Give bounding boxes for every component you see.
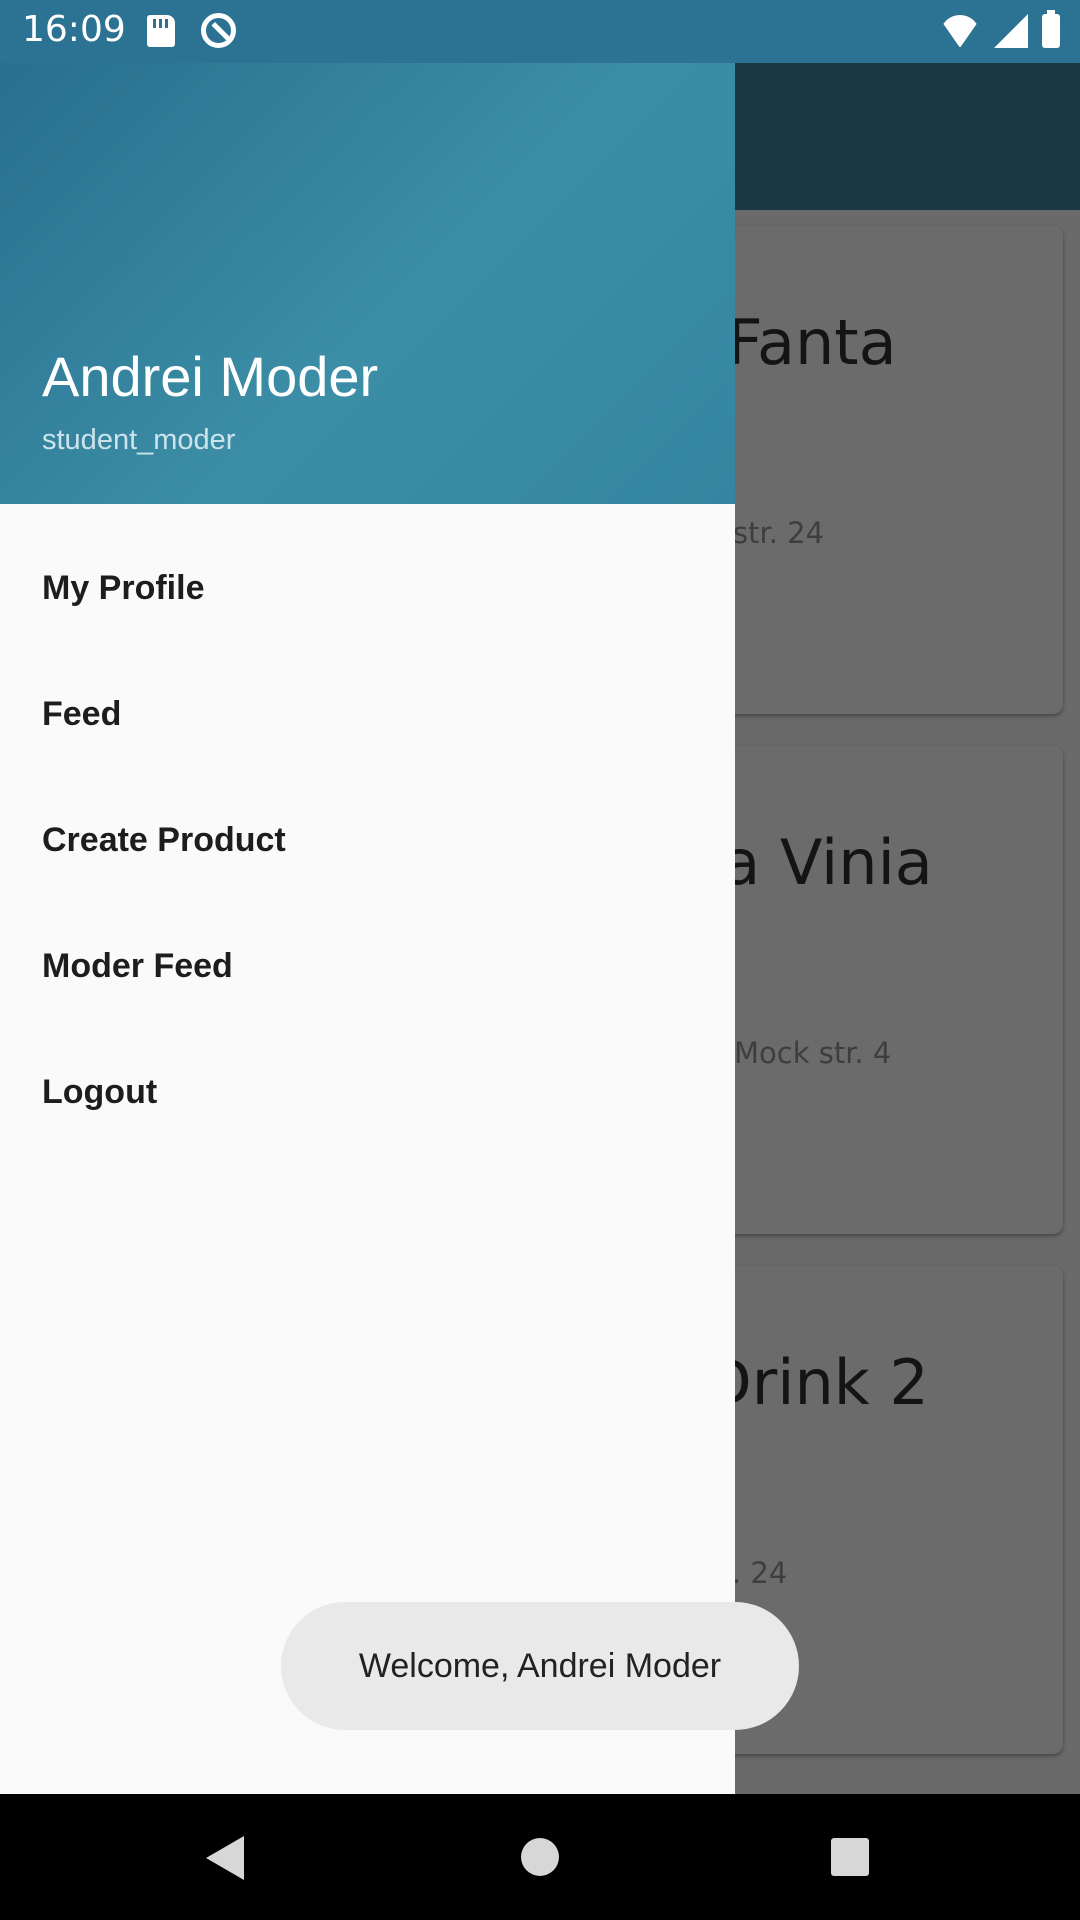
drawer-header: Andrei Moder student_moder [0,63,735,504]
product-address: str. 24 [733,516,825,550]
status-icons [940,10,1060,49]
menu-item-create-product[interactable]: Create Product [0,777,735,903]
home-icon[interactable] [521,1838,559,1876]
product-address: Mock str. 4 [734,1036,892,1070]
back-icon[interactable] [206,1836,244,1880]
menu-item-feed[interactable]: Feed [0,651,735,777]
user-name: Andrei Moder [42,345,379,408]
system-nav-bar [0,1794,1080,1920]
welcome-toast: Welcome, Andrei Moder [281,1602,799,1730]
status-bar: 16:09 [0,0,1080,63]
menu-item-moder-feed[interactable]: Moder Feed [0,903,735,1029]
user-username: student_moder [42,424,236,456]
sync-icon [201,13,236,48]
recents-icon[interactable] [831,1838,869,1876]
product-name: Fanta [727,306,897,379]
status-time: 16:09 [22,9,126,50]
drawer-menu: My Profile Feed Create Product Moder Fee… [0,504,735,1155]
product-name: Drink 2 [704,1346,929,1419]
wifi-icon [940,15,980,47]
menu-item-logout[interactable]: Logout [0,1029,735,1155]
product-address: . 24 [732,1556,788,1590]
navigation-drawer: Andrei Moder student_moder My Profile Fe… [0,63,735,1794]
sd-card-icon [147,15,175,47]
toast-message: Welcome, Andrei Moder [358,1646,722,1685]
menu-item-my-profile[interactable]: My Profile [0,525,735,651]
signal-icon [994,14,1028,48]
battery-icon [1042,10,1060,48]
